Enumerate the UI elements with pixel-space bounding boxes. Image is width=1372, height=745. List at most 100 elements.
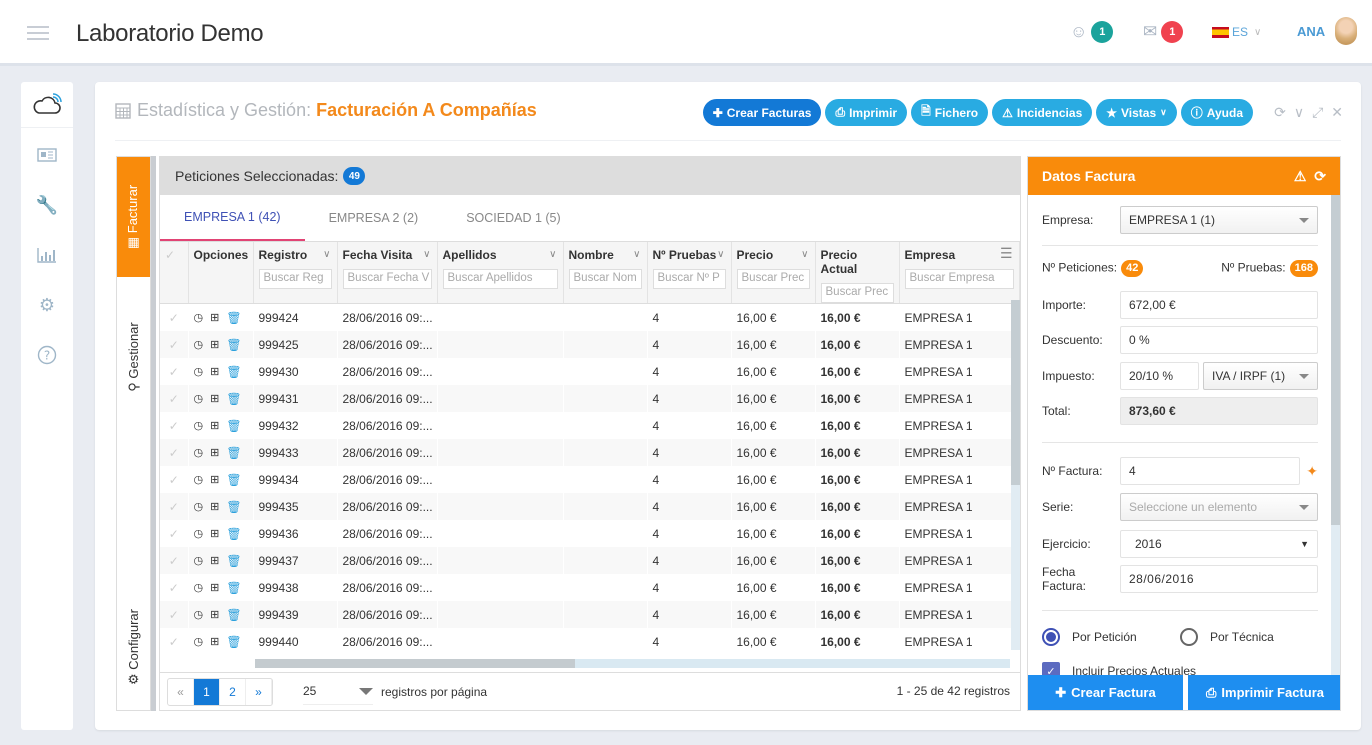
history-icon[interactable]: ◷ <box>194 392 204 405</box>
history-icon[interactable]: ◷ <box>194 338 204 351</box>
trash-icon[interactable]: 🗑 <box>226 581 241 595</box>
trash-icon[interactable]: 🗑 <box>226 365 241 379</box>
ejercicio-select[interactable]: 2016 ▼ <box>1120 530 1318 558</box>
add-box-icon[interactable]: ⊞ <box>210 500 219 513</box>
grid-horizontal-scrollbar[interactable] <box>255 659 1010 668</box>
factura-number-field[interactable]: 4 <box>1120 457 1301 485</box>
tab-facturar[interactable]: ▦ Facturar <box>117 157 150 277</box>
trash-icon[interactable]: 🗑 <box>226 554 241 568</box>
history-icon[interactable]: ◷ <box>194 419 204 432</box>
history-icon[interactable]: ◷ <box>194 311 204 324</box>
table-row[interactable]: ✓ ◷ ⊞ 🗑 999438 28/06/2016 09:... 4 16,00 € 16,00… <box>160 574 1019 601</box>
radio-por-peticion[interactable]: Por Petición <box>1042 628 1180 646</box>
imprimir-factura-button[interactable]: ⎙ Imprimir Factura <box>1188 675 1340 710</box>
sort-icon[interactable]: ∨ <box>323 249 330 260</box>
select-all-checkbox[interactable]: ✓ <box>160 242 189 304</box>
vistas-button[interactable]: ★ Vistas ∨ <box>1096 99 1177 126</box>
add-box-icon[interactable]: ⊞ <box>210 338 219 351</box>
column-fecha-visita[interactable]: Fecha Visita ∨ Buscar Fecha V <box>337 242 438 304</box>
table-row[interactable]: ✓ ◷ ⊞ 🗑 999434 28/06/2016 09:... 4 16,00 € 16,00… <box>160 466 1019 493</box>
bar-chart-icon[interactable] <box>21 230 73 280</box>
impuesto-field[interactable]: 20/10 % <box>1120 362 1199 390</box>
table-row[interactable]: ✓ ◷ ⊞ 🗑 999431 28/06/2016 09:... 4 16,00 €16,00… <box>160 385 1019 412</box>
add-box-icon[interactable]: ⊞ <box>210 311 219 324</box>
page-size-select[interactable]: 25 <box>303 679 373 705</box>
add-box-icon[interactable]: ⊞ <box>210 473 219 486</box>
history-icon[interactable]: ◷ <box>194 446 204 459</box>
row-checkbox[interactable]: ✓ <box>160 601 188 628</box>
page-2-button[interactable]: 2 <box>220 678 246 705</box>
tab-configurar[interactable]: ⚙ Configurar <box>117 587 150 707</box>
history-icon[interactable]: ◷ <box>194 527 204 540</box>
row-checkbox[interactable]: ✓ <box>160 358 188 385</box>
column-nombre[interactable]: Nombre ∨ Buscar Nom <box>563 242 648 304</box>
trash-icon[interactable]: 🗑 <box>226 527 241 541</box>
expand-icon[interactable]: ⤢ <box>1312 104 1323 121</box>
refresh-icon[interactable]: ⟳ <box>1274 104 1286 121</box>
add-box-icon[interactable]: ⊞ <box>210 392 219 405</box>
trash-icon[interactable]: 🗑 <box>226 311 241 325</box>
tab-sociedad-1[interactable]: SOCIEDAD 1 (5) <box>442 195 584 241</box>
column-empresa[interactable]: Empresa ☰ Buscar Empresa <box>899 242 1020 304</box>
trash-icon[interactable]: 🗑 <box>226 446 241 460</box>
cloud-logo-icon[interactable] <box>21 82 73 128</box>
importe-field[interactable]: 672,00 € <box>1120 291 1318 319</box>
empresa-select[interactable]: EMPRESA 1 (1) <box>1120 206 1318 234</box>
column-registro[interactable]: Registro ∨ Buscar Reg <box>253 242 338 304</box>
row-checkbox[interactable]: ✓ <box>160 439 188 466</box>
trash-icon[interactable]: 🗑 <box>226 338 241 352</box>
trash-icon[interactable]: 🗑 <box>226 392 241 406</box>
sort-icon[interactable]: ∨ <box>717 249 724 260</box>
collapse-icon[interactable]: ∨ <box>1294 104 1304 121</box>
sort-icon[interactable]: ∨ <box>633 249 640 260</box>
add-box-icon[interactable]: ⊞ <box>210 527 219 540</box>
row-checkbox[interactable]: ✓ <box>160 466 188 493</box>
language-selector[interactable]: ES ∨ <box>1212 20 1261 44</box>
row-checkbox[interactable]: ✓ <box>160 628 188 655</box>
filter-nombre[interactable]: Buscar Nom <box>568 269 642 289</box>
gear-icon[interactable]: ⚙ <box>21 280 73 330</box>
history-icon[interactable]: ◷ <box>194 365 204 378</box>
trash-icon[interactable]: 🗑 <box>226 473 241 487</box>
add-box-icon[interactable]: ⊞ <box>210 365 219 378</box>
fecha-factura-field[interactable]: 28/06/2016 <box>1120 565 1318 593</box>
filter-n-pruebas[interactable]: Buscar Nº P <box>652 269 726 289</box>
column-n-pruebas[interactable]: Nº Pruebas ∨ Buscar Nº P <box>647 242 732 304</box>
row-checkbox[interactable]: ✓ <box>160 304 188 331</box>
page-1-button[interactable]: 1 <box>194 678 220 705</box>
radio-por-tecnica[interactable]: Por Técnica <box>1180 628 1274 646</box>
filter-apellidos[interactable]: Buscar Apellidos <box>442 269 558 289</box>
table-row[interactable]: ✓ ◷ ⊞ 🗑 999425 28/06/2016 09:... 4 16,00 €16,00… <box>160 331 1019 358</box>
last-page-button[interactable]: » <box>246 678 272 705</box>
id-card-icon[interactable] <box>21 130 73 180</box>
tab-empresa-1[interactable]: EMPRESA 1 (42) <box>160 195 305 241</box>
row-checkbox[interactable]: ✓ <box>160 520 188 547</box>
history-icon[interactable]: ◷ <box>194 581 204 594</box>
filter-precio-actual[interactable]: Buscar Prec <box>820 283 894 303</box>
splitter-handle[interactable] <box>151 156 156 711</box>
sort-icon[interactable]: ∨ <box>549 249 556 260</box>
trash-icon[interactable]: 🗑 <box>226 608 241 622</box>
refresh-icon[interactable]: ⟳ <box>1314 168 1326 184</box>
sort-icon[interactable]: ∨ <box>801 249 808 260</box>
user-menu[interactable]: ANA <box>1297 14 1358 48</box>
tab-empresa-2[interactable]: EMPRESA 2 (2) <box>305 195 443 241</box>
table-row[interactable]: ✓ ◷ ⊞ 🗑 999432 28/06/2016 09:... 4 16,00 € 16,00… <box>160 412 1019 439</box>
column-apellidos[interactable]: Apellidos ∨ Buscar Apellidos <box>437 242 564 304</box>
column-precio[interactable]: Precio ∨ Buscar Prec <box>731 242 816 304</box>
crear-factura-button[interactable]: ✚ Crear Factura <box>1028 675 1183 710</box>
add-box-icon[interactable]: ⊞ <box>210 581 219 594</box>
imprimir-button[interactable]: ⎙ Imprimir <box>825 99 908 126</box>
filter-registro[interactable]: Buscar Reg <box>258 269 332 289</box>
fichero-button[interactable]: 🗎 Fichero <box>911 99 989 126</box>
history-icon[interactable]: ◷ <box>194 608 204 621</box>
table-row[interactable]: ✓ ◷ ⊞ 🗑 999424 28/06/2016 09:... 4 16,00 € 16,00… <box>160 304 1019 331</box>
row-checkbox[interactable]: ✓ <box>160 385 188 412</box>
grid-vertical-scrollbar[interactable] <box>1011 300 1020 650</box>
add-box-icon[interactable]: ⊞ <box>210 635 219 648</box>
help-icon[interactable]: ? <box>21 330 73 380</box>
add-box-icon[interactable]: ⊞ <box>210 554 219 567</box>
messages-notification[interactable]: ✉ 1 <box>1143 20 1184 44</box>
magic-wand-icon[interactable]: ✦ <box>1306 463 1318 480</box>
sort-icon[interactable]: ∨ <box>423 249 430 260</box>
